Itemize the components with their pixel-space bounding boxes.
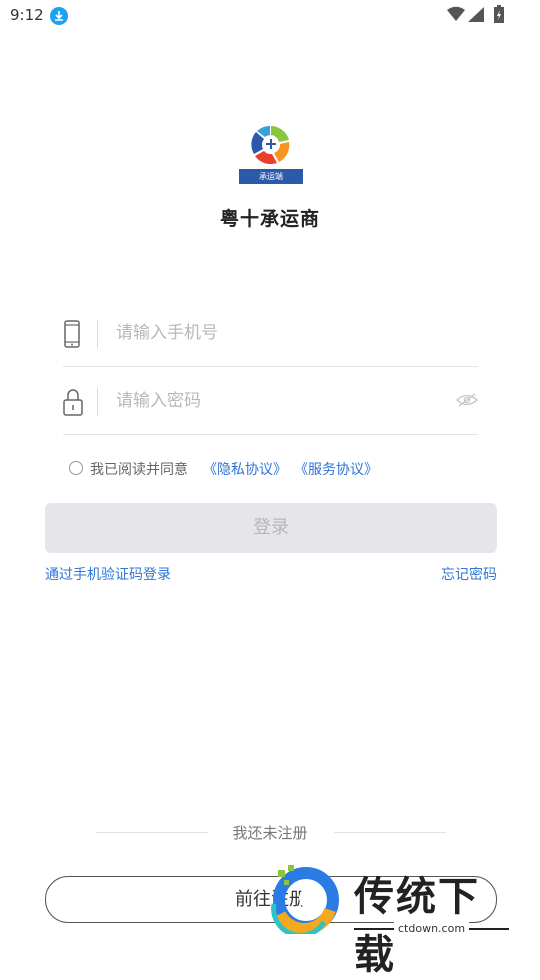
eye-hidden-icon[interactable] — [456, 393, 478, 407]
status-bar: 9:12 — [0, 0, 540, 30]
forgot-password-link[interactable]: 忘记密码 — [441, 564, 497, 584]
app-logo: 承运端 — [239, 124, 303, 186]
wifi-icon — [447, 6, 465, 22]
service-agreement-link[interactable]: 《服务协议》 — [294, 459, 378, 479]
agreement-text: 我已阅读并同意 — [90, 462, 188, 478]
password-input[interactable] — [116, 384, 446, 418]
agreement-radio[interactable] — [69, 461, 83, 475]
app-logo-banner: 承运端 — [239, 169, 303, 184]
battery-charging-icon — [494, 5, 504, 23]
phone-icon — [64, 320, 80, 348]
watermark-logo-icon — [271, 865, 339, 934]
signal-icon — [468, 7, 484, 22]
app-logo-mark — [251, 125, 290, 165]
sms-login-link[interactable]: 通过手机验证码登录 — [45, 564, 171, 584]
password-field — [63, 366, 478, 435]
register-prompt: 我还未注册 — [232, 824, 308, 842]
app-name: 粤十承运商 — [219, 208, 320, 230]
phone-field — [63, 298, 478, 367]
lock-icon — [63, 389, 83, 416]
phone-input[interactable] — [116, 316, 446, 350]
watermark: 传统下载 ctdown.com — [266, 862, 516, 978]
privacy-agreement-link[interactable]: 《隐私协议》 — [203, 459, 287, 479]
download-notification-icon — [50, 7, 68, 25]
password-field-divider — [97, 388, 98, 416]
watermark-url: ctdown.com — [394, 922, 470, 935]
status-time: 9:12 — [10, 6, 44, 24]
phone-field-divider — [97, 320, 98, 348]
login-button[interactable]: 登录 — [45, 503, 497, 553]
